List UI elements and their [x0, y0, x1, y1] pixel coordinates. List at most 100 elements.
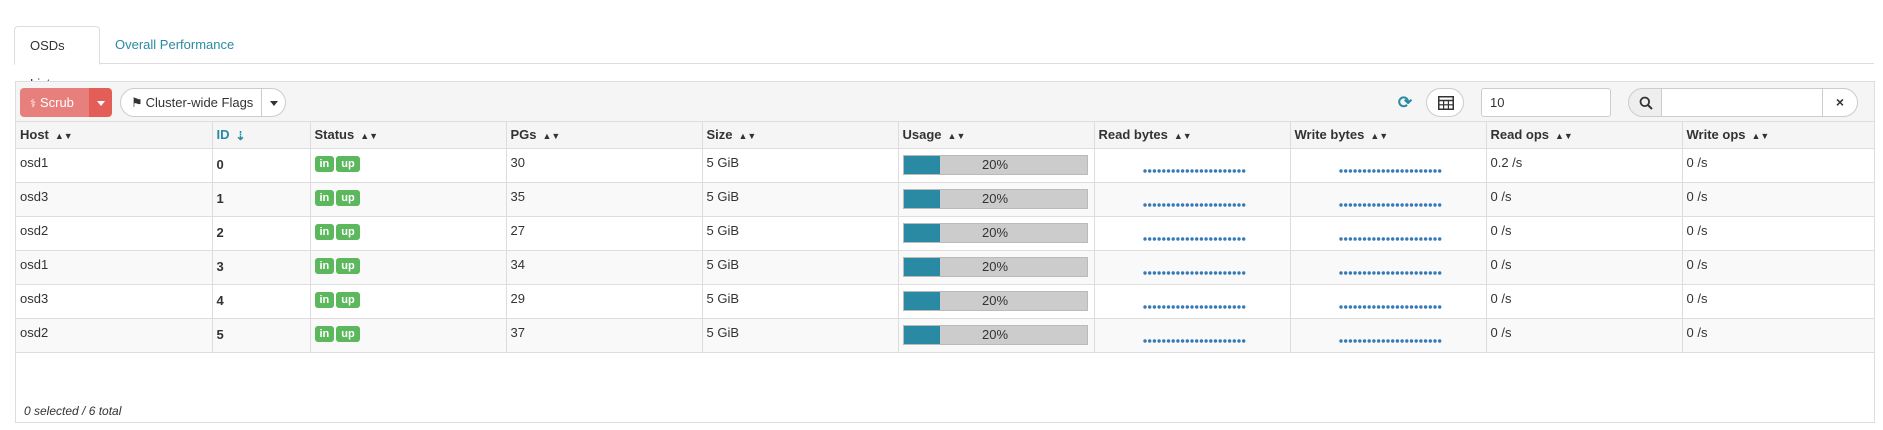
clear-search-button[interactable]: ×: [1822, 88, 1858, 117]
write-ops-cell: 0 /s: [1682, 148, 1875, 183]
size-cell: 5 GiB: [702, 148, 899, 183]
usage-cell: 20%: [898, 318, 1095, 353]
usage-cell: 20%: [898, 284, 1095, 319]
write-ops-cell: 0 /s: [1682, 216, 1875, 251]
read-ops-cell: 0 /s: [1486, 250, 1683, 285]
column-toggle-button[interactable]: [1426, 88, 1464, 117]
status-cell: in up: [310, 182, 507, 217]
pgs-cell: 27: [506, 216, 703, 251]
usage-cell: 20%: [898, 148, 1095, 183]
status-cell: in up: [310, 284, 507, 319]
table-row[interactable]: osd2 2 in up 27 5 GiB 20% 0 /s 0 /s: [16, 216, 1875, 251]
refresh-icon: ⟳: [1397, 93, 1413, 112]
pgs-cell: 29: [506, 284, 703, 319]
pgs-cell: 35: [506, 182, 703, 217]
sort-icon: ▲▼: [542, 130, 561, 141]
search-addon: [1628, 88, 1662, 117]
id-cell: 4: [212, 284, 311, 319]
status-badge: in: [314, 223, 335, 240]
read-bytes-cell: [1094, 250, 1291, 285]
sort-icon: ▲▼: [54, 130, 73, 141]
usage-progress-label: 20%: [981, 156, 1009, 172]
tab-osds-list[interactable]: OSDs List: [14, 26, 100, 91]
status-badge: up: [336, 291, 360, 308]
write-bytes-sparkline: [1338, 168, 1441, 173]
search-input[interactable]: [1661, 88, 1823, 117]
write-ops-cell: 0 /s: [1682, 318, 1875, 353]
status-cell: in up: [310, 148, 507, 183]
stethoscope-icon: ⚕: [30, 98, 36, 110]
read-ops-cell: 0 /s: [1486, 318, 1683, 353]
tab-overall-performance[interactable]: Overall Performance: [100, 26, 249, 65]
status-badge: up: [336, 189, 360, 206]
table-row[interactable]: osd1 0 in up 30 5 GiB 20% 0.2 /s 0 /s: [16, 148, 1875, 183]
sort-icon: ▲▼: [1370, 130, 1389, 141]
status-cell: in up: [310, 216, 507, 251]
write-ops-cell: 0 /s: [1682, 182, 1875, 217]
flags-dropdown-toggle[interactable]: [261, 88, 286, 117]
sort-icon: ▲▼: [738, 130, 757, 141]
pgs-cell: 34: [506, 250, 703, 285]
table-row[interactable]: osd3 4 in up 29 5 GiB 20% 0 /s 0 /s: [16, 284, 1875, 319]
page-size-input[interactable]: [1481, 88, 1611, 117]
host-cell: osd2: [16, 216, 213, 251]
usage-cell: 20%: [898, 216, 1095, 251]
id-cell: 3: [212, 250, 311, 285]
refresh-button[interactable]: ⟳: [1392, 88, 1418, 117]
sort-icon: ▲▼: [1173, 130, 1192, 141]
table-columns-icon: [1438, 96, 1454, 110]
write-bytes-sparkline: [1338, 236, 1441, 241]
usage-progress-label: 20%: [981, 326, 1009, 342]
column-header-usage[interactable]: Usage ▲▼: [898, 122, 1095, 149]
read-bytes-sparkline: [1142, 236, 1245, 241]
column-header-read-ops[interactable]: Read ops ▲▼: [1486, 122, 1683, 149]
read-ops-cell: 0 /s: [1486, 284, 1683, 319]
column-header-write-bytes[interactable]: Write bytes ▲▼: [1290, 122, 1487, 149]
scrub-dropdown-toggle[interactable]: [89, 88, 112, 117]
status-badge: up: [336, 325, 360, 342]
column-header-write-ops[interactable]: Write ops ▲▼: [1682, 122, 1875, 149]
status-badge: in: [314, 189, 335, 206]
column-header-id[interactable]: ID ⇣: [212, 122, 311, 149]
write-bytes-sparkline: [1338, 270, 1441, 275]
table-row[interactable]: osd3 1 in up 35 5 GiB 20% 0 /s 0 /s: [16, 182, 1875, 217]
cluster-wide-flags-button[interactable]: ⚑ Cluster-wide Flags: [120, 88, 262, 117]
usage-progress-bar: 20%: [902, 290, 1088, 311]
column-header-pgs[interactable]: PGs ▲▼: [506, 122, 703, 149]
size-cell: 5 GiB: [702, 216, 899, 251]
scrub-button-label: Scrub: [39, 95, 74, 110]
close-icon: ×: [1835, 94, 1845, 110]
scrub-button[interactable]: ⚕ Scrub: [20, 88, 89, 117]
column-header-status[interactable]: Status ▲▼: [310, 122, 507, 149]
usage-progress-bar: 20%: [902, 188, 1088, 209]
write-bytes-sparkline: [1338, 202, 1441, 207]
read-bytes-sparkline: [1142, 202, 1245, 207]
selection-summary: 0 selected / 6 total: [24, 404, 122, 418]
host-cell: osd1: [16, 250, 213, 285]
usage-cell: 20%: [898, 182, 1095, 217]
status-cell: in up: [310, 250, 507, 285]
sort-icon: ▲▼: [1751, 130, 1770, 141]
table-header-row: Host ▲▼ ID ⇣ Status ▲▼ PGs ▲▼ Size ▲▼ Usage ▲▼…: [16, 122, 1875, 149]
sort-icon: ▲▼: [360, 130, 379, 141]
table-row[interactable]: osd2 5 in up 37 5 GiB 20% 0 /s 0 /s: [16, 318, 1875, 353]
status-badge: in: [314, 257, 335, 274]
read-bytes-sparkline: [1142, 270, 1245, 275]
usage-progress-bar: 20%: [902, 154, 1088, 175]
id-cell: 5: [212, 318, 311, 353]
read-bytes-cell: [1094, 284, 1291, 319]
column-header-read-bytes[interactable]: Read bytes ▲▼: [1094, 122, 1291, 149]
sort-ascending-icon: ⇣: [235, 128, 246, 143]
write-bytes-cell: [1290, 148, 1487, 183]
read-ops-cell: 0.2 /s: [1486, 148, 1683, 183]
read-bytes-sparkline: [1142, 304, 1245, 309]
usage-progress-bar: 20%: [902, 256, 1088, 277]
caret-down-icon: [269, 100, 278, 106]
host-cell: osd3: [16, 284, 213, 319]
size-cell: 5 GiB: [702, 318, 899, 353]
table-row[interactable]: osd1 3 in up 34 5 GiB 20% 0 /s 0 /s: [16, 250, 1875, 285]
column-header-size[interactable]: Size ▲▼: [702, 122, 899, 149]
read-ops-cell: 0 /s: [1486, 182, 1683, 217]
osds-table: Host ▲▼ ID ⇣ Status ▲▼ PGs ▲▼ Size ▲▼ Usage ▲▼…: [16, 122, 1875, 353]
column-header-host[interactable]: Host ▲▼: [16, 122, 213, 149]
